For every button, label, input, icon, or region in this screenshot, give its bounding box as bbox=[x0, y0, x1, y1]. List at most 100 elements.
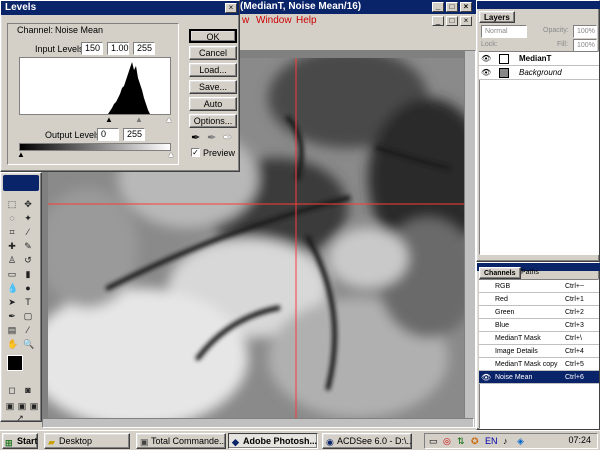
white-eyedropper-icon[interactable]: ✒ bbox=[223, 131, 232, 144]
input-black-field[interactable]: 150 bbox=[81, 42, 103, 55]
crop-tool-icon[interactable]: ⌗ bbox=[7, 227, 17, 237]
channel-row[interactable]: Blue Ctrl+3 bbox=[479, 319, 599, 332]
ok-button[interactable]: OK bbox=[189, 29, 237, 43]
output-white-slider[interactable]: ▲ bbox=[167, 150, 175, 159]
tray-app-icon[interactable]: ✪ bbox=[471, 436, 479, 447]
preview-checkbox[interactable]: ✓ bbox=[191, 148, 200, 157]
lock-label: Lock: bbox=[481, 41, 498, 48]
layer-row[interactable]: 👁 Background bbox=[479, 66, 599, 80]
screen-mode-3-icon[interactable]: ▣ bbox=[29, 401, 39, 411]
magic-wand-tool-icon[interactable]: ✦ bbox=[23, 213, 33, 223]
vertical-scrollbar[interactable] bbox=[464, 50, 476, 428]
clone-stamp-icon[interactable]: ♙ bbox=[7, 255, 17, 265]
tab-channels[interactable]: Channels bbox=[479, 267, 521, 279]
task-photoshop[interactable]: ◆ Adobe Photosh... bbox=[228, 433, 318, 449]
output-white-field[interactable]: 255 bbox=[123, 128, 145, 141]
input-gamma-slider[interactable]: ▲ bbox=[135, 115, 143, 124]
eyedropper-tool-icon[interactable]: ⁄ bbox=[23, 325, 33, 335]
dodge-tool-icon[interactable]: ● bbox=[23, 283, 33, 293]
channel-row[interactable]: RGB Ctrl+~ bbox=[479, 280, 599, 293]
eye-icon[interactable] bbox=[481, 347, 489, 357]
task-acdsee[interactable]: ◉ ACDSee 6.0 - D:\... bbox=[322, 433, 412, 449]
eye-icon[interactable]: 👁 bbox=[481, 54, 491, 64]
tab-paths[interactable]: Paths bbox=[517, 267, 543, 279]
channel-row[interactable]: MedianT Mask Ctrl+\ bbox=[479, 332, 599, 345]
channel-value[interactable]: Noise Mean bbox=[55, 25, 103, 35]
eraser-tool-icon[interactable]: ▭ bbox=[7, 269, 17, 279]
doc-restore-button[interactable]: □ bbox=[446, 16, 458, 26]
tab-layers[interactable]: Layers bbox=[479, 11, 515, 23]
output-black-slider[interactable]: ▲ bbox=[17, 150, 25, 159]
channel-row[interactable]: 👁 Noise Mean Ctrl+6 bbox=[479, 371, 599, 384]
task-desktop[interactable]: ▰ Desktop bbox=[44, 433, 130, 449]
input-white-slider[interactable]: ▲ bbox=[165, 115, 173, 124]
load-button[interactable]: Load... bbox=[189, 63, 237, 77]
levels-close-button[interactable]: × bbox=[225, 3, 237, 13]
type-tool-icon[interactable]: T bbox=[23, 297, 33, 307]
shape-tool-icon[interactable]: ▢ bbox=[23, 311, 33, 321]
horizontal-scrollbar[interactable] bbox=[42, 418, 474, 428]
antivirus-icon[interactable]: ◎ bbox=[443, 436, 451, 447]
cancel-button[interactable]: Cancel bbox=[189, 46, 237, 60]
maximize-button[interactable]: □ bbox=[446, 2, 458, 12]
path-selection-icon[interactable]: ➤ bbox=[7, 297, 17, 307]
channel-row[interactable]: Image Details Ctrl+4 bbox=[479, 345, 599, 358]
notes-tool-icon[interactable]: ▤ bbox=[7, 325, 17, 335]
eye-icon[interactable] bbox=[481, 334, 489, 344]
doc-minimize-button[interactable]: _ bbox=[432, 16, 444, 26]
layer-row[interactable]: 👁 MedianT bbox=[479, 52, 599, 66]
eye-icon[interactable] bbox=[481, 360, 489, 370]
gray-eyedropper-icon[interactable]: ✒ bbox=[207, 131, 216, 144]
input-gamma-field[interactable]: 1.00 bbox=[107, 42, 129, 55]
brush-tool-icon[interactable]: ✎ bbox=[23, 241, 33, 251]
task-total-commander[interactable]: ▣ Total Commande... bbox=[136, 433, 226, 449]
standard-mode-icon[interactable]: ◻ bbox=[7, 385, 17, 395]
monitor-icon[interactable]: ▭ bbox=[429, 436, 438, 447]
auto-button[interactable]: Auto bbox=[189, 97, 237, 111]
menu-item-help[interactable]: Help bbox=[296, 15, 317, 26]
eye-icon[interactable] bbox=[481, 282, 489, 292]
channel-row[interactable]: Red Ctrl+1 bbox=[479, 293, 599, 306]
blur-tool-icon[interactable]: 💧 bbox=[7, 283, 18, 293]
menu-item-window[interactable]: Window bbox=[256, 15, 292, 26]
output-black-field[interactable]: 0 bbox=[97, 128, 119, 141]
blend-mode-select[interactable]: Normal bbox=[481, 25, 527, 38]
network-icon[interactable]: ⇅ bbox=[457, 436, 465, 447]
save-button[interactable]: Save... bbox=[189, 80, 237, 94]
minimize-button[interactable]: _ bbox=[432, 2, 444, 12]
eye-icon[interactable] bbox=[481, 295, 489, 305]
screen-mode-1-icon[interactable]: ▣ bbox=[5, 401, 15, 411]
volume-icon[interactable]: ♪ bbox=[503, 436, 508, 446]
channel-row[interactable]: Green Ctrl+2 bbox=[479, 306, 599, 319]
zoom-tool-icon[interactable]: 🔍 bbox=[23, 339, 34, 349]
input-black-slider[interactable]: ▲ bbox=[105, 115, 113, 124]
start-button[interactable]: ⊞ Start bbox=[2, 433, 38, 449]
input-white-field[interactable]: 255 bbox=[133, 42, 155, 55]
lasso-tool-icon[interactable]: ◌ bbox=[7, 213, 17, 223]
gradient-tool-icon[interactable]: ▮ bbox=[23, 269, 33, 279]
eye-icon[interactable]: 👁 bbox=[481, 373, 491, 383]
eye-icon[interactable] bbox=[481, 308, 489, 318]
menu-item-partial[interactable]: w bbox=[242, 15, 249, 26]
close-button[interactable]: × bbox=[460, 2, 472, 12]
black-eyedropper-icon[interactable]: ✒ bbox=[191, 131, 200, 144]
eye-icon[interactable]: 👁 bbox=[481, 68, 491, 78]
move-tool-icon[interactable]: ✥ bbox=[23, 199, 33, 209]
language-icon[interactable]: EN bbox=[485, 436, 498, 446]
quick-mask-icon[interactable]: ◙ bbox=[23, 385, 33, 395]
pen-tool-icon[interactable]: ✒ bbox=[7, 311, 17, 321]
channel-row[interactable]: MedianT Mask copy Ctrl+5 bbox=[479, 358, 599, 371]
healing-brush-icon[interactable]: ✚ bbox=[7, 241, 17, 251]
options-button[interactable]: Options... bbox=[189, 114, 237, 128]
opacity-field[interactable]: 100% bbox=[573, 25, 597, 38]
hand-tool-icon[interactable]: ✋ bbox=[7, 339, 18, 349]
tray-icon[interactable]: ◈ bbox=[517, 436, 524, 447]
foreground-color-swatch[interactable] bbox=[7, 355, 23, 371]
screen-mode-2-icon[interactable]: ▣ bbox=[17, 401, 27, 411]
doc-close-button[interactable]: × bbox=[460, 16, 472, 26]
marquee-tool-icon[interactable]: ⬚ bbox=[7, 199, 17, 209]
jump-to-imageready-icon[interactable]: ↗ bbox=[15, 413, 25, 423]
eye-icon[interactable] bbox=[481, 321, 489, 331]
history-brush-icon[interactable]: ↺ bbox=[23, 255, 33, 265]
slice-tool-icon[interactable]: ∕ bbox=[23, 227, 33, 237]
